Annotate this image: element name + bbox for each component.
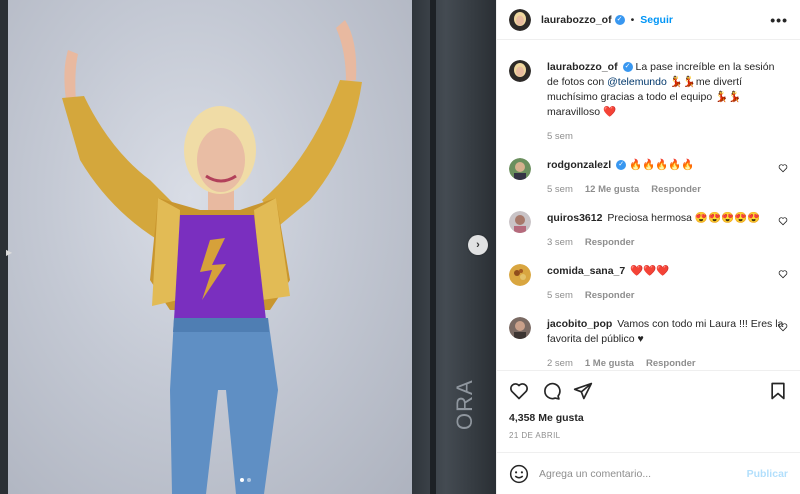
verified-badge-icon: ✓ — [616, 160, 627, 171]
comment-time[interactable]: 3 sem — [547, 237, 573, 248]
more-options-icon[interactable]: ••• — [770, 12, 788, 28]
commenter-avatar[interactable] — [509, 317, 531, 339]
comment-input[interactable] — [539, 467, 747, 480]
separator-dot: • — [630, 13, 635, 26]
reply-button[interactable]: Responder — [646, 358, 696, 369]
like-heart-icon[interactable] — [509, 381, 529, 401]
caption-avatar[interactable] — [509, 60, 531, 82]
comment-item: rodgonzalezl ✓ 🔥🔥🔥🔥🔥 5 sem 12 Me gusta Re… — [509, 158, 788, 195]
stage-lettering: ORA — [452, 379, 477, 430]
save-bookmark-icon[interactable] — [768, 381, 788, 401]
comment-item: jacobito_pop Vamos con todo mi Laura !!!… — [509, 317, 788, 369]
like-comment-heart-icon[interactable] — [778, 322, 788, 332]
reply-button[interactable]: Responder — [585, 290, 635, 301]
chevron-right-icon: › — [476, 239, 480, 251]
comment-bubble-icon[interactable] — [541, 381, 561, 401]
caption-username[interactable]: laurabozzo_of — [547, 61, 618, 73]
commenter-avatar[interactable] — [509, 264, 531, 286]
comments-list[interactable]: laurabozzo_of ✓ La pase increíble en la s… — [497, 41, 800, 370]
like-comment-heart-icon[interactable] — [778, 216, 788, 226]
post-caption: laurabozzo_of ✓ La pase increíble en la s… — [509, 60, 788, 142]
commenter-username[interactable]: comida_sana_7 — [547, 265, 625, 277]
commenter-username[interactable]: jacobito_pop — [547, 318, 612, 330]
emoji-smiley-icon[interactable] — [509, 464, 529, 484]
carousel-indicator — [240, 478, 251, 482]
author-username[interactable]: laurabozzo_of — [541, 14, 612, 26]
comment-time[interactable]: 5 sem — [547, 290, 573, 301]
share-paper-plane-icon[interactable] — [573, 381, 593, 401]
carousel-dot-active — [240, 478, 244, 482]
comment-time[interactable]: 5 sem — [547, 184, 573, 195]
comment-likes[interactable]: 12 Me gusta — [585, 184, 639, 195]
prev-hint-icon: ▶ — [6, 248, 13, 257]
like-comment-heart-icon[interactable] — [778, 269, 788, 279]
caption-text: laurabozzo_of ✓ La pase increíble en la s… — [547, 60, 788, 120]
author-avatar[interactable] — [509, 8, 531, 31]
comment-text: Preciosa hermosa 😍😍😍😍😍 — [607, 212, 761, 224]
commenter-username[interactable]: quiros3612 — [547, 212, 602, 224]
verified-badge-icon: ✓ — [614, 14, 625, 25]
post-photo[interactable]: ORA ▶ › — [0, 0, 496, 494]
follow-button[interactable]: Seguir — [640, 14, 673, 26]
reply-button[interactable]: Responder — [585, 237, 635, 248]
comment-text: ❤️❤️❤️ — [630, 265, 670, 277]
caption-meta: 5 sem — [547, 131, 788, 142]
post-side-panel: laurabozzo_of ✓ • Seguir ••• laurabozzo_… — [496, 0, 800, 494]
mention-link[interactable]: @telemundo — [607, 76, 667, 88]
post-header: laurabozzo_of ✓ • Seguir ••• — [497, 0, 800, 40]
like-comment-heart-icon[interactable] — [778, 163, 788, 173]
verified-badge-icon: ✓ — [622, 62, 633, 73]
post-date[interactable]: 21 DE ABRIL — [509, 431, 788, 440]
comment-item: quiros3612 Preciosa hermosa 😍😍😍😍😍 3 sem … — [509, 211, 788, 248]
post-actions: 4,358 Me gusta 21 DE ABRIL — [497, 370, 800, 440]
comment-text: 🔥🔥🔥🔥🔥 — [629, 159, 695, 171]
commenter-avatar[interactable] — [509, 158, 531, 180]
commenter-avatar[interactable] — [509, 211, 531, 233]
photo-left-edge — [0, 0, 8, 494]
reply-button[interactable]: Responder — [651, 184, 701, 195]
comment-item: comida_sana_7 ❤️❤️❤️ 5 sem Responder — [509, 264, 788, 301]
comment-likes[interactable]: 1 Me gusta — [585, 358, 634, 369]
woman-figure-illustration — [40, 10, 380, 494]
comment-time[interactable]: 2 sem — [547, 358, 573, 369]
carousel-dot — [247, 478, 251, 482]
commenter-username[interactable]: rodgonzalezl — [547, 159, 611, 171]
next-photo-button[interactable]: › — [468, 235, 488, 255]
publish-button[interactable]: Publicar — [747, 468, 788, 480]
caption-time[interactable]: 5 sem — [547, 131, 573, 142]
likes-count[interactable]: 4,358 Me gusta — [509, 412, 788, 424]
comment-composer: Publicar — [497, 452, 800, 494]
